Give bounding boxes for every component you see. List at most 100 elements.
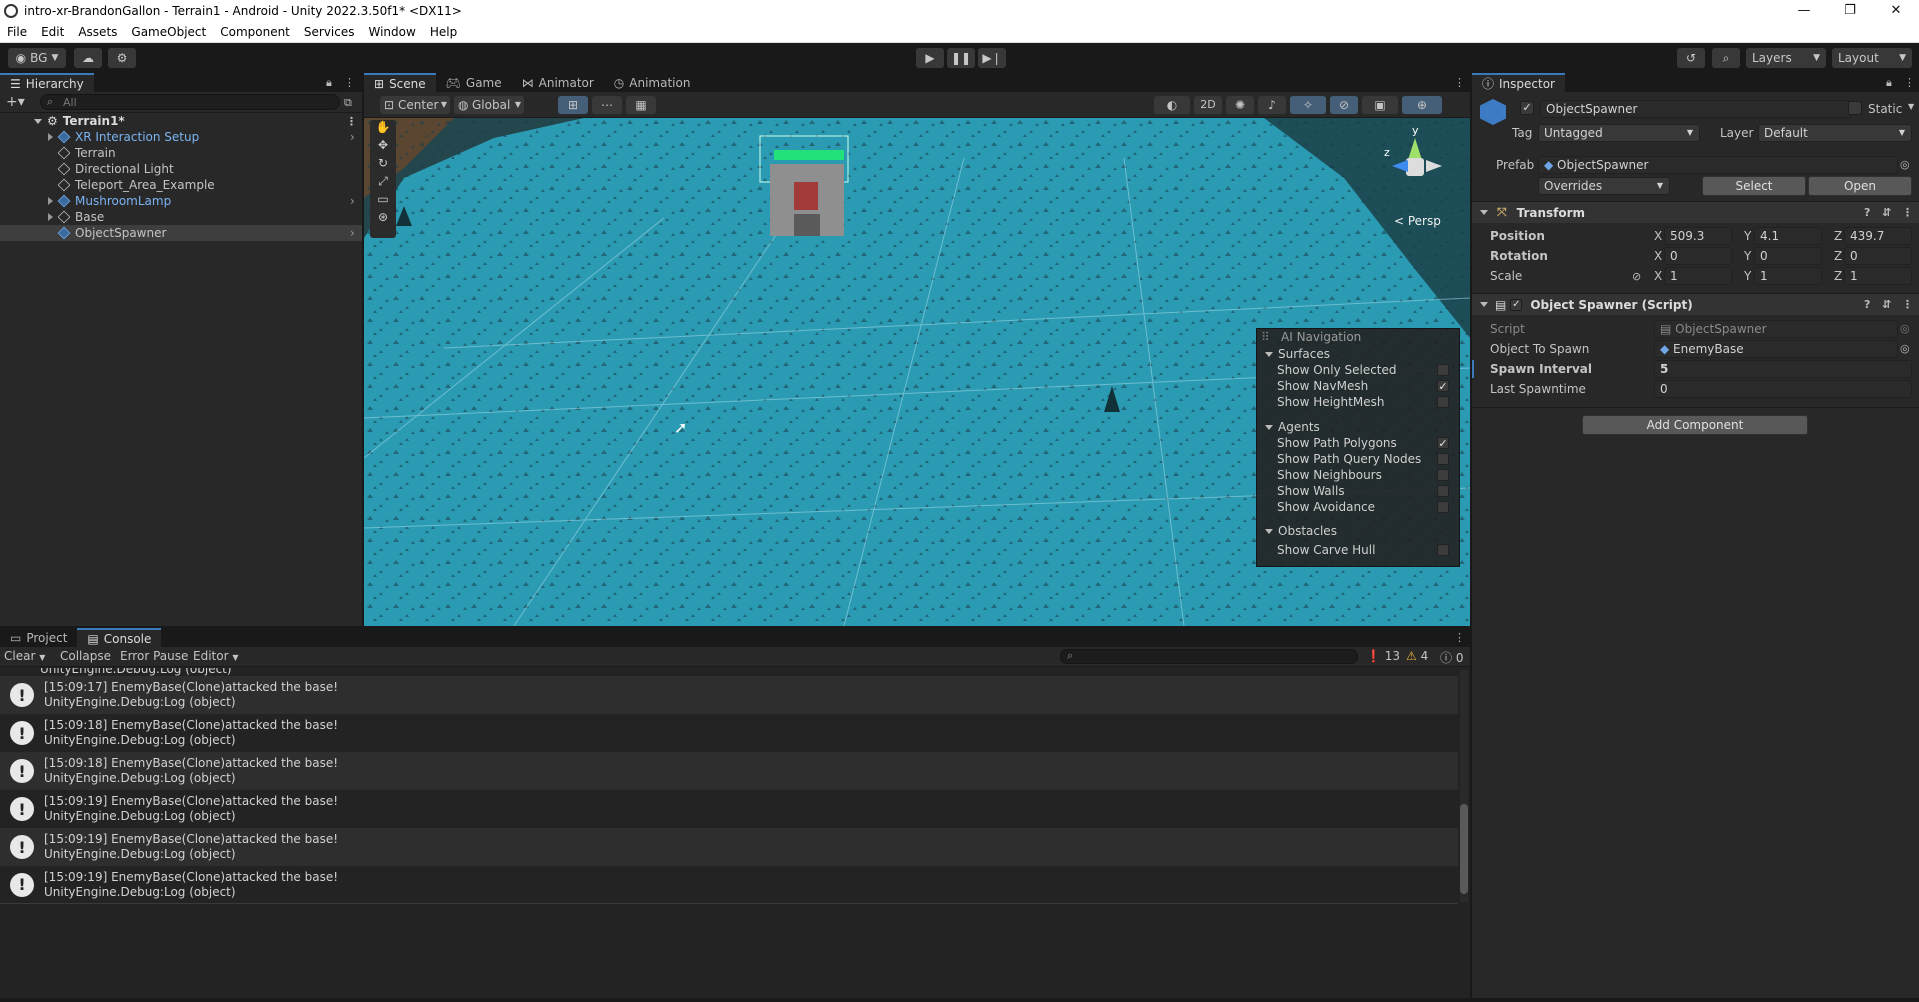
maximize-button[interactable]: ❐: [1827, 0, 1873, 22]
hierarchy-item-directional-light[interactable]: Directional Light: [0, 161, 362, 177]
preset-icon[interactable]: ⇵: [1882, 298, 1891, 311]
hierarchy-item-terrain[interactable]: Terrain: [0, 145, 362, 161]
lock-icon[interactable]: 🔒︎: [326, 76, 332, 90]
console-scrollbar-thumb[interactable]: [1460, 804, 1468, 894]
tag-dropdown[interactable]: Untagged ▼: [1538, 124, 1700, 142]
scene-menu-icon[interactable]: ⋮: [346, 115, 357, 128]
help-icon[interactable]: ?: [1864, 206, 1870, 219]
checkbox-show-navmesh[interactable]: ✓: [1437, 380, 1449, 392]
draw-mode-dropdown[interactable]: ◐: [1154, 96, 1190, 114]
scale-y-field[interactable]: 1: [1754, 267, 1822, 285]
position-x-field[interactable]: 509.3: [1664, 227, 1732, 245]
console-entry[interactable]: ! [15:09:18] EnemyBase(Clone)attacked th…: [0, 752, 1458, 790]
gizmo-z-axis[interactable]: [1392, 160, 1408, 172]
rotation-z-field[interactable]: 0: [1844, 247, 1912, 265]
pivot-dropdown[interactable]: ⊡ Center ▼: [380, 96, 450, 114]
rotation-y-field[interactable]: 0: [1754, 247, 1822, 265]
section-agents[interactable]: Agents: [1257, 419, 1459, 435]
tab-inspector[interactable]: ⓘ Inspector: [1472, 73, 1565, 92]
scene-root-row[interactable]: ⚙ Terrain1* ⋮: [0, 113, 362, 129]
menu-component[interactable]: Component: [213, 25, 297, 39]
pause-button[interactable]: ❚❚: [947, 48, 975, 68]
gizmo-y-axis[interactable]: [1408, 138, 1422, 160]
menu-help[interactable]: Help: [423, 25, 464, 39]
help-icon[interactable]: ?: [1864, 298, 1870, 311]
option-show-avoidance[interactable]: Show Avoidance: [1257, 499, 1459, 515]
position-y-field[interactable]: 4.1: [1754, 227, 1822, 245]
expand-arrow-icon[interactable]: [48, 197, 53, 205]
tab-animation[interactable]: ◷ Animation: [604, 73, 701, 92]
checkbox-show-neighbours[interactable]: [1437, 469, 1449, 481]
transform-header[interactable]: ⤧ Transform ? ⇵ ⋮: [1472, 201, 1919, 223]
tab-animator[interactable]: ⋈ Animator: [512, 73, 604, 92]
console-entry[interactable]: ! [15:09:19] EnemyBase(Clone)attacked th…: [0, 790, 1458, 828]
position-z-field[interactable]: 439.7: [1844, 227, 1912, 245]
object-spawner-header[interactable]: ▤ ✓ Object Spawner (Script) ? ⇵ ⋮: [1472, 293, 1919, 315]
console-entry[interactable]: ! [15:09:19] EnemyBase(Clone)attacked th…: [0, 828, 1458, 866]
console-scrollbar[interactable]: [1460, 670, 1468, 902]
lock-icon[interactable]: 🔒︎: [1886, 76, 1892, 90]
scale-x-field[interactable]: 1: [1664, 267, 1732, 285]
snap-increment-button[interactable]: ⋯: [592, 96, 622, 114]
layers-dropdown[interactable]: Layers ▼: [1746, 48, 1826, 68]
option-show-carve-hull[interactable]: Show Carve Hull: [1257, 542, 1459, 558]
clear-button[interactable]: Clear ▼: [4, 649, 45, 663]
expand-arrow-icon[interactable]: [1480, 302, 1488, 307]
expand-arrow-icon[interactable]: [1265, 424, 1273, 430]
component-enabled-checkbox[interactable]: ✓: [1510, 298, 1523, 311]
object-to-spawn-field[interactable]: ◆ EnemyBase: [1654, 340, 1898, 358]
checkbox-show-avoidance[interactable]: [1437, 501, 1449, 513]
menu-assets[interactable]: Assets: [71, 25, 124, 39]
layout-dropdown[interactable]: Layout ▼: [1832, 48, 1912, 68]
expand-arrow-icon[interactable]: [48, 133, 53, 141]
grid-visibility-button[interactable]: ▦: [626, 96, 656, 114]
checkbox-show-walls[interactable]: [1437, 485, 1449, 497]
chevron-down-icon[interactable]: ▼: [1908, 102, 1914, 111]
checkbox-show-heightmesh[interactable]: [1437, 396, 1449, 408]
more-options-icon[interactable]: ⋮: [1454, 631, 1465, 644]
more-options-icon[interactable]: ⋮: [1454, 76, 1465, 89]
space-dropdown[interactable]: ◍ Global ▼: [454, 96, 524, 114]
option-show-only-selected[interactable]: Show Only Selected: [1257, 362, 1459, 378]
console-search-input[interactable]: ⌕: [1060, 649, 1358, 664]
checkbox-show-carve-hull[interactable]: [1437, 544, 1449, 556]
menu-file[interactable]: File: [0, 25, 34, 39]
ai-navigation-title[interactable]: ⠿ AI Navigation: [1257, 329, 1459, 345]
section-surfaces[interactable]: Surfaces: [1257, 346, 1459, 362]
tab-hierarchy[interactable]: ☰ Hierarchy: [0, 73, 94, 92]
tab-console[interactable]: ▤ Console: [77, 628, 162, 647]
object-picker-icon[interactable]: ◎: [1900, 158, 1910, 171]
search-button[interactable]: ⌕: [1712, 48, 1740, 68]
expand-arrow-icon[interactable]: [48, 213, 53, 221]
chevron-right-icon[interactable]: ›: [350, 226, 355, 240]
effects-dropdown[interactable]: ✧: [1290, 96, 1326, 114]
chevron-right-icon[interactable]: ›: [350, 130, 355, 144]
error-count-toggle[interactable]: ⓘ 0: [1440, 649, 1463, 666]
hierarchy-item-teleport-area[interactable]: Teleport_Area_Example: [0, 177, 362, 193]
rect-tool[interactable]: ▭: [370, 192, 396, 210]
checkbox-show-only-selected[interactable]: [1437, 364, 1449, 376]
open-prefab-button[interactable]: Open: [1808, 176, 1912, 196]
move-tool[interactable]: ✥: [370, 138, 396, 156]
chevron-right-icon[interactable]: ›: [350, 194, 355, 208]
object-picker-icon[interactable]: ◎: [1900, 342, 1910, 355]
add-object-button[interactable]: +▾: [6, 94, 25, 110]
option-show-heightmesh[interactable]: Show HeightMesh: [1257, 394, 1459, 410]
spawn-interval-field[interactable]: 5: [1654, 360, 1912, 378]
lighting-toggle-button[interactable]: ✺: [1226, 96, 1254, 114]
layer-dropdown[interactable]: Default ▼: [1758, 124, 1912, 142]
minimize-button[interactable]: —: [1781, 0, 1827, 22]
tab-game[interactable]: 🎮︎ Game: [436, 73, 512, 92]
checkbox-show-path-polygons[interactable]: ✓: [1437, 437, 1449, 449]
editor-dropdown[interactable]: Editor ▼: [193, 649, 239, 663]
tab-scene[interactable]: ⊞ Scene: [364, 73, 436, 92]
console-entry[interactable]: ! [15:09:17] EnemyBase(Clone)attacked th…: [0, 676, 1458, 714]
hierarchy-item-xr-interaction-setup[interactable]: XR Interaction Setup ›: [0, 129, 362, 145]
collab-settings-button[interactable]: ⚙: [108, 48, 136, 68]
menu-window[interactable]: Window: [362, 25, 423, 39]
menu-gameobject[interactable]: GameObject: [124, 25, 213, 39]
close-button[interactable]: ✕: [1873, 0, 1919, 22]
option-show-walls[interactable]: Show Walls: [1257, 483, 1459, 499]
perspective-label[interactable]: < Persp: [1394, 214, 1441, 228]
expand-arrow-icon[interactable]: [34, 118, 42, 124]
